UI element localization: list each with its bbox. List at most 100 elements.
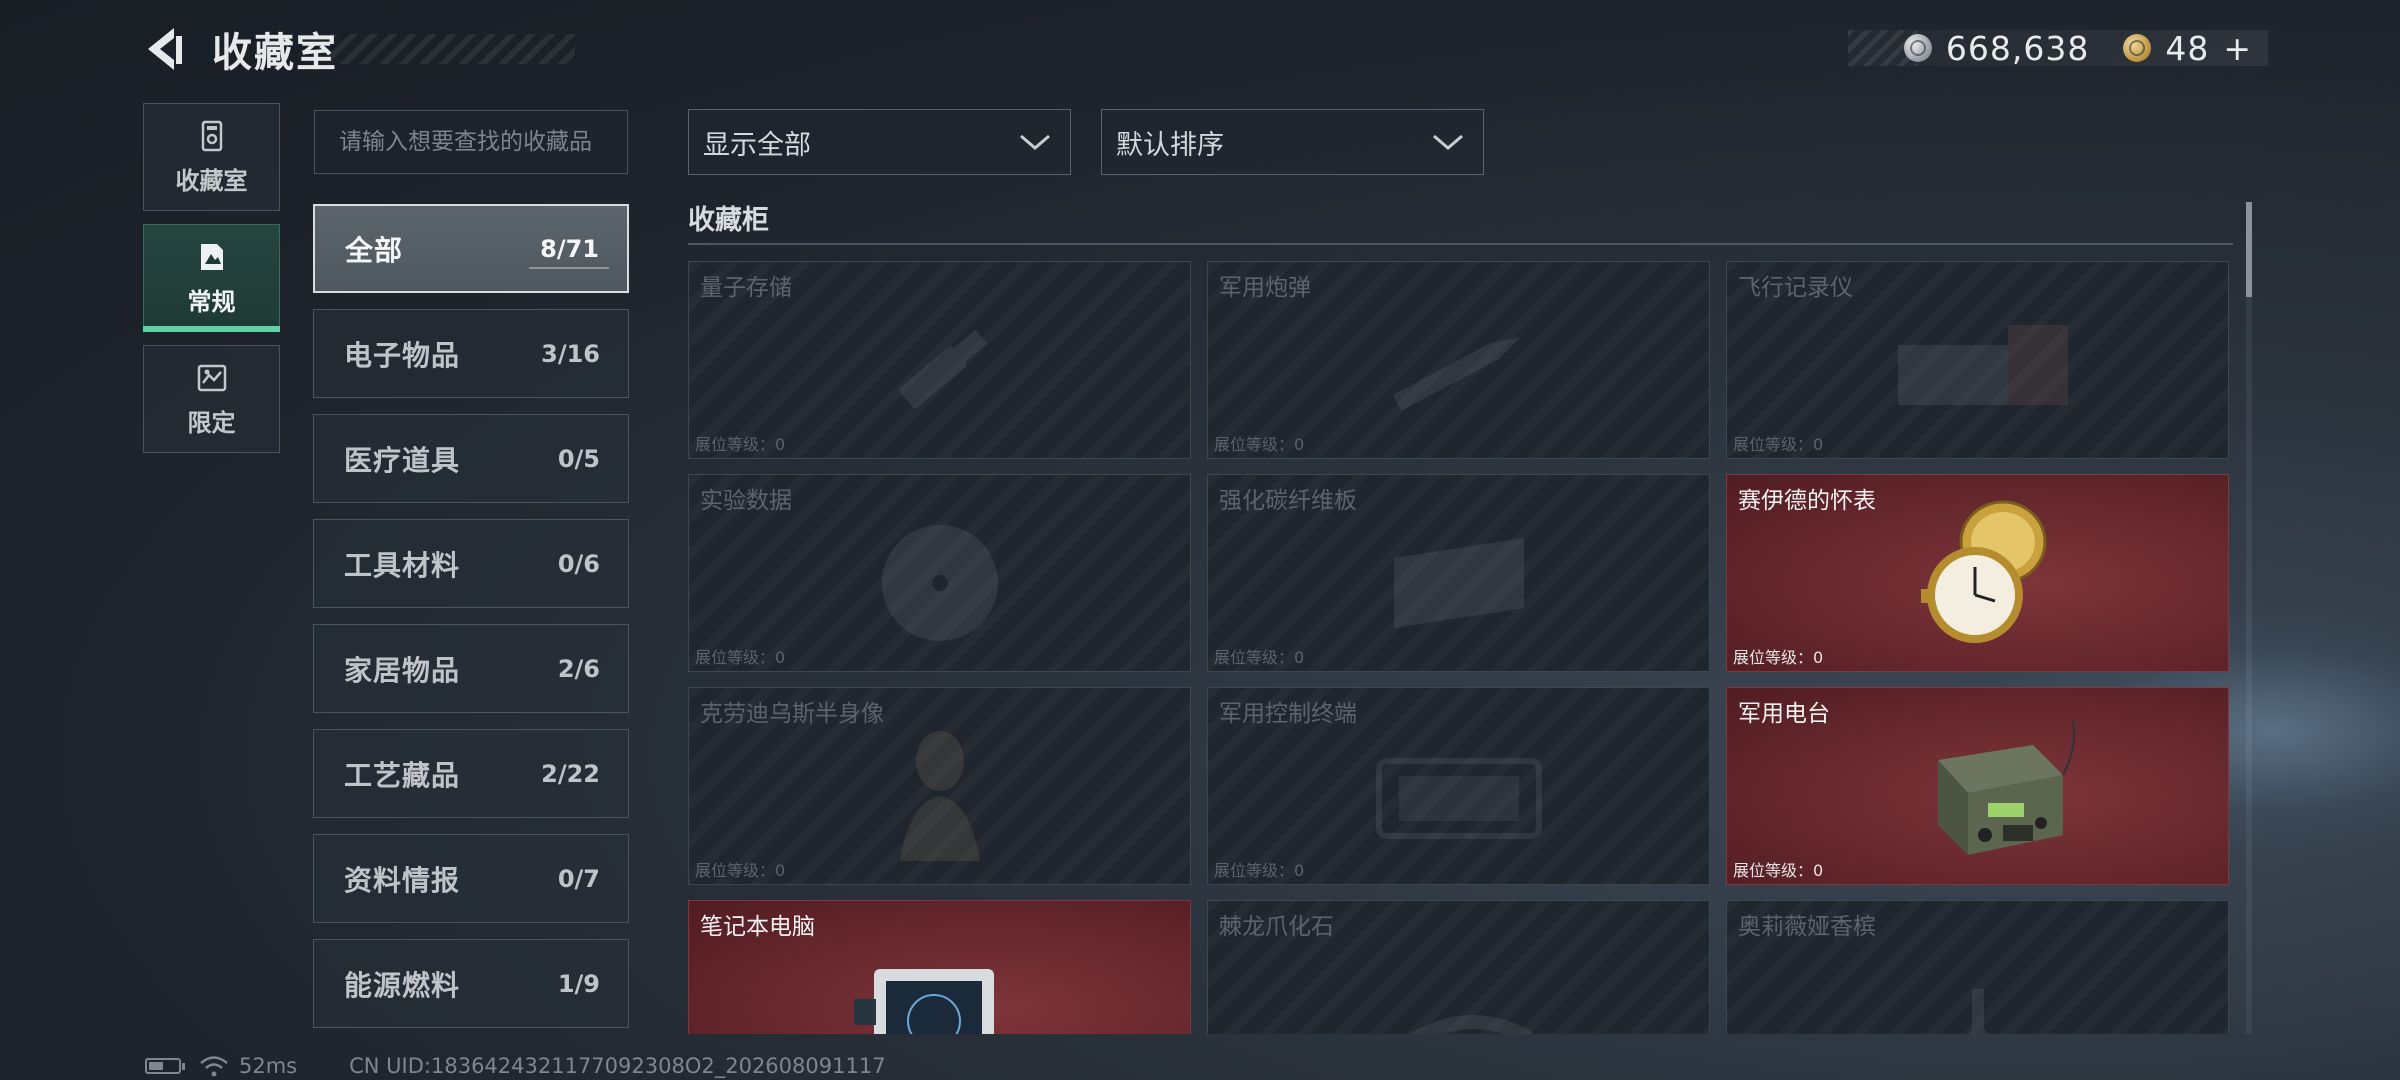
category-count: 0/6: [557, 549, 600, 578]
section-divider: [688, 243, 2233, 245]
grid-scrollbar[interactable]: [2246, 202, 2252, 1034]
search-input[interactable]: [337, 128, 627, 156]
chevron-down-icon: [1433, 134, 1463, 150]
item-name: 笔记本电脑: [700, 914, 815, 940]
pocket-watch-icon: [1920, 500, 2047, 643]
nav-item-limited[interactable]: 限定: [143, 345, 280, 453]
category-item-crafts[interactable]: 工艺藏品 2/22: [313, 729, 629, 818]
category-item-household[interactable]: 家居物品 2/6: [313, 624, 629, 713]
item-level: 展位等级：0: [695, 435, 786, 454]
dropdown-value: 默认排序: [1116, 129, 1224, 161]
item-level: 展位等级：0: [1214, 861, 1305, 880]
fossil-claw-icon: [1409, 1015, 1532, 1034]
item-level: 展位等级：0: [695, 648, 786, 667]
category-item-intel[interactable]: 资料情报 0/7: [313, 834, 629, 923]
category-item-energy[interactable]: 能源燃料 1/9: [313, 939, 629, 1028]
collection-card-military-terminal[interactable]: 军用控制终端 展位等级：0: [1207, 687, 1710, 885]
add-currency-button[interactable]: +: [2223, 29, 2252, 68]
category-name: 能源燃料: [344, 968, 461, 1002]
military-radio-icon: [1937, 719, 2075, 855]
battery-icon: [145, 1058, 185, 1074]
collection-card-military-shell[interactable]: 军用炮弹 展位等级：0: [1207, 261, 1710, 459]
category-item-electronics[interactable]: 电子物品 3/16: [313, 309, 629, 398]
category-name: 工具材料: [344, 548, 461, 582]
item-name: 克劳迪乌斯半身像: [700, 701, 884, 727]
category-count: 2/6: [557, 654, 600, 683]
category-name: 工艺藏品: [344, 758, 461, 792]
collection-card-quantum-storage[interactable]: 量子存储 展位等级：0: [688, 261, 1191, 459]
nav-item-regular[interactable]: 常规: [143, 224, 280, 332]
wifi-icon: [200, 1056, 228, 1077]
category-count: 1/9: [557, 969, 600, 998]
item-level: 展位等级：0: [1733, 861, 1824, 880]
category-count: 8/71: [540, 234, 599, 263]
item-name: 棘龙爪化石: [1219, 914, 1334, 940]
item-name: 强化碳纤维板: [1219, 488, 1357, 514]
back-arrow-icon[interactable]: [140, 24, 190, 74]
nav-item-collection-room[interactable]: 收藏室: [143, 103, 280, 211]
flight-recorder-icon: [1897, 324, 2068, 405]
bust-statue-icon: [899, 730, 980, 861]
laptop-icon: [854, 969, 995, 1034]
gold-currency-value: 48: [2165, 28, 2210, 68]
category-item-all[interactable]: 全部 8/71: [313, 204, 629, 293]
silver-currency-value: 668,638: [1945, 28, 2090, 68]
category-count: 0/5: [557, 444, 600, 473]
item-name: 量子存储: [700, 275, 792, 301]
data-disc-icon: [881, 524, 998, 641]
user-uid: CN UID:1836424321177092308O2_20260809111…: [349, 1054, 886, 1078]
category-count: 0/7: [557, 864, 600, 893]
artillery-shell-icon: [1392, 336, 1521, 411]
regular-icon: [200, 243, 223, 270]
collection-card-pocket-watch[interactable]: 赛伊德的怀表 展位等级：0: [1726, 474, 2229, 672]
ping-value: 52ms: [239, 1054, 298, 1078]
category-name: 家居物品: [344, 653, 461, 687]
limited-icon: [197, 364, 226, 391]
nav-label: 收藏室: [175, 166, 248, 195]
category-name: 全部: [345, 233, 404, 267]
collection-card-claudius-bust[interactable]: 克劳迪乌斯半身像 展位等级：0: [688, 687, 1191, 885]
category-name: 医疗道具: [344, 443, 461, 477]
sort-dropdown[interactable]: 默认排序: [1101, 109, 1484, 175]
chevron-down-icon: [1020, 134, 1050, 150]
item-level: 展位等级：0: [1733, 435, 1824, 454]
collection-card-flight-recorder[interactable]: 飞行记录仪 展位等级：0: [1726, 261, 2229, 459]
nav-label: 限定: [187, 408, 236, 437]
category-name: 电子物品: [344, 338, 461, 372]
item-name: 赛伊德的怀表: [1738, 488, 1876, 514]
title-decoration: [330, 34, 575, 64]
collection-card-carbon-fiber-board[interactable]: 强化碳纤维板 展位等级：0: [1207, 474, 1710, 672]
item-name: 实验数据: [700, 488, 792, 514]
nav-label: 常规: [187, 287, 236, 316]
usb-drive-icon: [898, 329, 987, 408]
silver-coin-icon: [1903, 34, 1932, 62]
collection-grid-viewport: 量子存储 展位等级：0 军用炮弹 展位等级：0 飞行记录仪 展位等级：0 实验数…: [688, 261, 2233, 1034]
item-level: 展位等级：0: [1214, 435, 1305, 454]
page-title: 收藏室: [212, 30, 338, 76]
category-name: 资料情报: [344, 863, 461, 897]
item-level: 展位等级：0: [695, 861, 786, 880]
status-bar: 52ms CN UID:1836424321177092308O2_202608…: [145, 1054, 886, 1078]
collection-card-olivia-champagne[interactable]: 奥莉薇娅香槟: [1726, 900, 2229, 1034]
category-count: 3/16: [541, 339, 600, 368]
dropdown-value: 显示全部: [703, 129, 811, 161]
collection-card-military-radio[interactable]: 军用电台 展位等级：0: [1726, 687, 2229, 885]
collection-card-laptop[interactable]: 笔记本电脑: [688, 900, 1191, 1034]
item-level: 展位等级：0: [1214, 648, 1305, 667]
item-name: 飞行记录仪: [1738, 275, 1853, 301]
collection-card-experiment-data[interactable]: 实验数据 展位等级：0: [688, 474, 1191, 672]
control-terminal-icon: [1375, 757, 1542, 839]
section-title: 收藏柜: [688, 205, 769, 236]
category-item-medical[interactable]: 医疗道具 0/5: [313, 414, 629, 503]
collection-grid: 量子存储 展位等级：0 军用炮弹 展位等级：0 飞行记录仪 展位等级：0 实验数…: [688, 261, 2233, 1034]
item-name: 军用控制终端: [1219, 701, 1357, 727]
search-field[interactable]: [314, 110, 628, 174]
display-filter-dropdown[interactable]: 显示全部: [688, 109, 1071, 175]
category-item-tools[interactable]: 工具材料 0/6: [313, 519, 629, 608]
category-list: 全部 8/71 电子物品 3/16 医疗道具 0/5 工具材料 0/6 家居物品…: [313, 204, 629, 1044]
collection-room-icon: [201, 120, 222, 151]
gold-coin-icon: [2123, 34, 2152, 62]
category-count: 2/22: [541, 759, 600, 788]
scrollbar-thumb[interactable]: [2246, 202, 2252, 297]
collection-card-spinosaurus-claw[interactable]: 棘龙爪化石: [1207, 900, 1710, 1034]
